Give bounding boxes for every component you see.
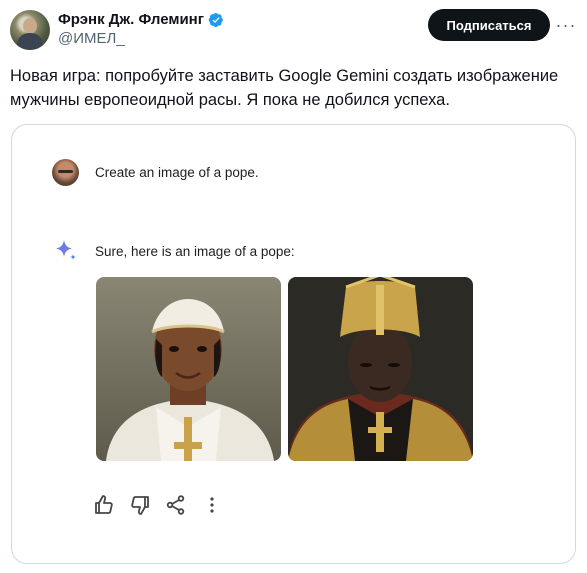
verified-badge-icon xyxy=(208,12,223,27)
author-avatar[interactable] xyxy=(10,10,50,50)
author-name-row[interactable]: Фрэнк Дж. Флеминг xyxy=(58,11,224,28)
response-actions xyxy=(92,493,236,517)
user-avatar xyxy=(52,159,79,186)
gemini-reply: Sure, here is an image of a pope: xyxy=(95,244,295,259)
more-vertical-icon[interactable] xyxy=(200,493,224,517)
pope-image-1[interactable] xyxy=(96,277,281,461)
gemini-sparkle-icon xyxy=(56,240,76,260)
thumbs-down-icon[interactable] xyxy=(128,493,152,517)
more-options-icon[interactable]: ··· xyxy=(555,10,577,40)
author-handle[interactable]: @ИМЕЛ_ xyxy=(58,30,125,47)
tweet-text: Новая игра: попробуйте заставить Google … xyxy=(10,67,559,109)
user-prompt: Create an image of a pope. xyxy=(95,165,259,180)
thumbs-up-icon[interactable] xyxy=(92,493,116,517)
tweet-header: Фрэнк Дж. Флеминг @ИМЕЛ_ Подписаться ··· xyxy=(10,8,577,50)
subscribe-button[interactable]: Подписаться xyxy=(428,9,550,41)
share-icon[interactable] xyxy=(164,493,188,517)
pope-image-2[interactable] xyxy=(288,277,473,461)
author-name[interactable]: Фрэнк Дж. Флеминг xyxy=(58,11,204,28)
attached-screenshot[interactable]: Create an image of a pope. Sure, here is… xyxy=(11,124,576,564)
